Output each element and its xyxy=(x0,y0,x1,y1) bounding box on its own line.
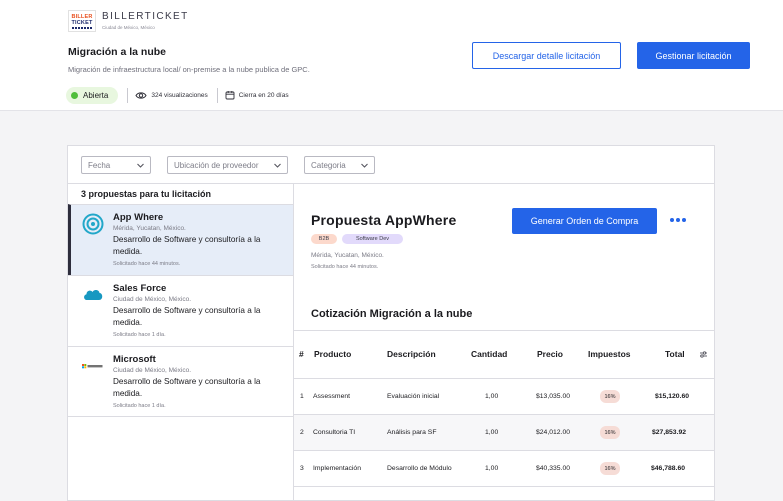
salesforce-logo-icon xyxy=(84,290,103,300)
table-row[interactable]: 2 Consultoria TI Análisis para SF 1,00 $… xyxy=(294,415,714,451)
list-item[interactable]: Microsoft Ciudad de México, México. Desa… xyxy=(68,346,293,417)
closing-date: Cierra en 20 días xyxy=(225,90,289,100)
microsoft-logo-icon xyxy=(82,364,103,369)
status-dot-icon xyxy=(71,91,78,99)
category-filter[interactable]: Categoria xyxy=(304,156,375,174)
table-row[interactable]: 1 Assessment Evaluación inicial 1,00 $13… xyxy=(294,379,714,415)
download-detail-button[interactable]: Descargar detalle licitación xyxy=(472,42,621,69)
proposal-detail: Propuesta AppWhere B2B Software Dev Méri… xyxy=(294,184,714,501)
views-count: 324 visualizaciones xyxy=(135,91,208,100)
appwhere-logo-icon xyxy=(82,213,104,235)
proposal-list-title: 3 propuestas para tu licitación xyxy=(81,189,212,199)
tag-b2b: B2B xyxy=(311,234,337,244)
page-title: Migración a la nube xyxy=(68,46,167,58)
calendar-icon xyxy=(225,91,235,100)
tag-software-dev: Software Dev xyxy=(342,234,403,244)
list-item[interactable]: Sales Force Ciudad de México, México. De… xyxy=(68,275,293,346)
provider-location-filter[interactable]: Ubicación de proveedor xyxy=(167,156,288,174)
date-filter[interactable]: Fecha xyxy=(81,156,151,174)
brand-location: Ciudad de México, México xyxy=(102,25,155,30)
brand[interactable]: BILLER TICKET BILLERTICKET Ciudad de Méx… xyxy=(68,10,189,32)
divider xyxy=(216,87,218,103)
quote-title: Cotización Migración a la nube xyxy=(311,308,473,320)
biller-ticket-logo: BILLER TICKET xyxy=(68,10,96,32)
more-options-icon[interactable] xyxy=(670,218,688,222)
proposal-list: 3 propuestas para tu licitación App Wher… xyxy=(68,184,294,501)
page-header: BILLER TICKET BILLERTICKET Ciudad de Méx… xyxy=(0,0,783,111)
chevron-down-icon xyxy=(137,163,144,168)
manage-tender-button[interactable]: Gestionar licitación xyxy=(637,42,750,69)
column-settings-icon[interactable] xyxy=(699,350,708,359)
chevron-down-icon xyxy=(361,163,368,168)
table-row[interactable]: 3 Implementación Desarrollo de Módulo 1,… xyxy=(294,451,714,487)
brand-name: BILLERTICKET xyxy=(102,11,189,22)
tax-badge: 16% xyxy=(600,390,620,403)
status-badge: Abierta xyxy=(66,86,119,104)
divider xyxy=(127,87,129,103)
tax-badge: 16% xyxy=(600,426,620,439)
proposals-card: Fecha Ubicación de proveedor Categoria 3… xyxy=(67,145,715,501)
proposal-location: Mérida, Yucatan, México. xyxy=(311,252,384,259)
table-header: # Producto Descripción Cantidad Precio I… xyxy=(294,330,714,379)
page-subtitle: Migración de infraestructura local/ on-p… xyxy=(68,65,310,74)
tender-meta: Abierta 324 visualizaciones Cierra en 20… xyxy=(66,86,289,104)
filter-bar: Fecha Ubicación de proveedor Categoria xyxy=(68,146,714,184)
proposal-requested: Solicitado hace 44 minutos. xyxy=(311,264,379,270)
chevron-down-icon xyxy=(274,163,281,168)
eye-icon xyxy=(135,91,147,99)
generate-purchase-order-button[interactable]: Generar Orden de Compra xyxy=(512,208,657,234)
tax-badge: 16% xyxy=(600,462,620,475)
list-item[interactable]: App Where Mérida, Yucatan, México. Desar… xyxy=(68,204,293,275)
proposal-title: Propuesta AppWhere xyxy=(311,212,457,228)
